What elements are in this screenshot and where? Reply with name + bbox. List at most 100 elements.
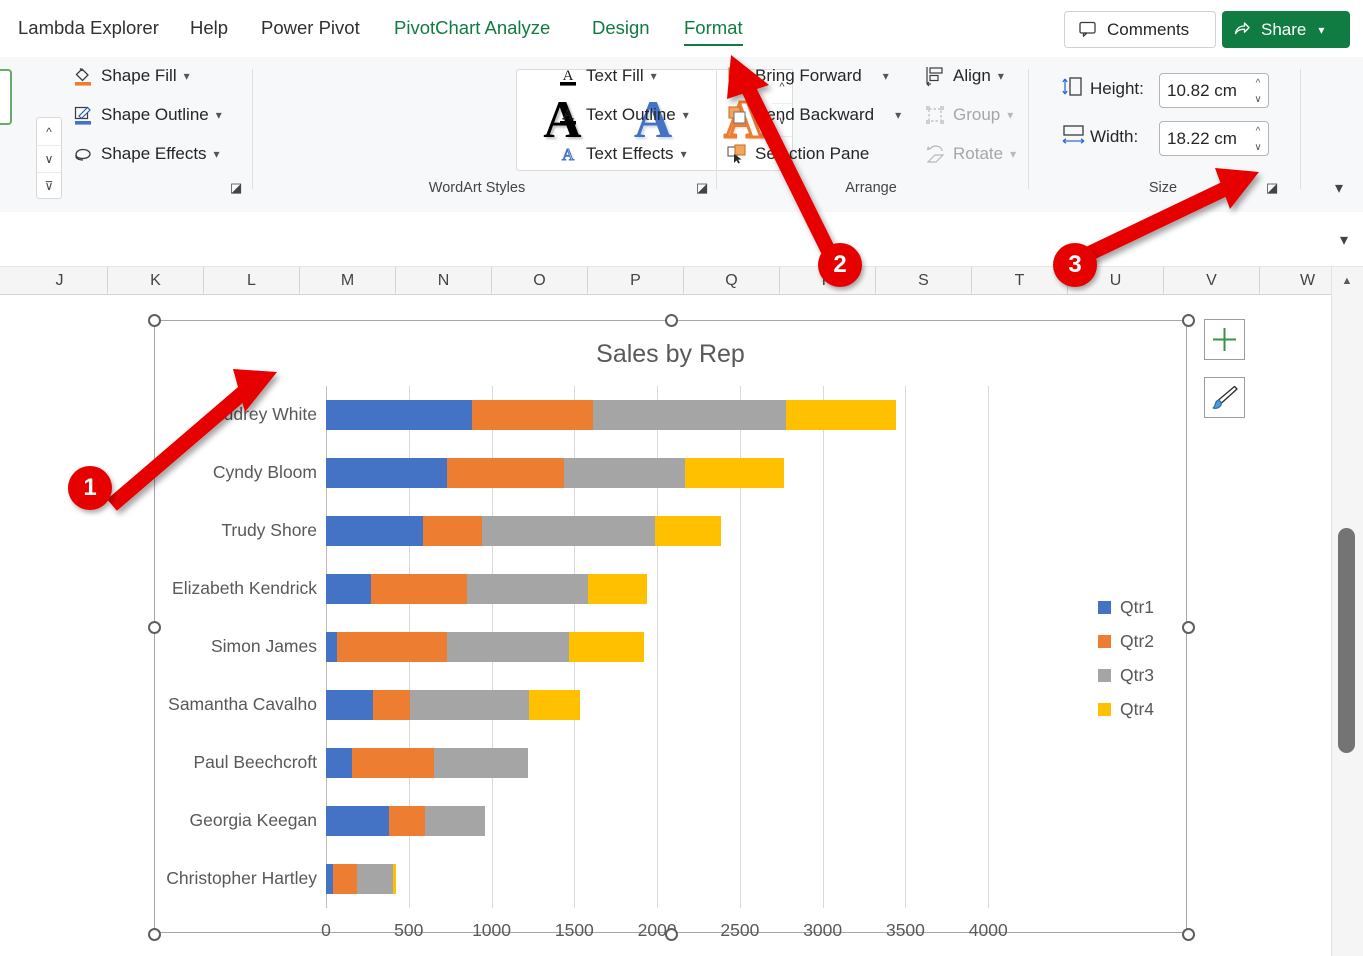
chevron-down-icon[interactable]: ▾ xyxy=(681,147,687,161)
bar-segment-qtr4[interactable] xyxy=(655,516,721,546)
resize-handle-top-right[interactable] xyxy=(1182,314,1195,327)
shape-styles-dialog-launcher[interactable]: ◪ xyxy=(230,180,242,196)
bar-segment-qtr3[interactable] xyxy=(433,748,528,778)
chevron-down-icon[interactable]: ▾ xyxy=(216,108,222,122)
column-header-J[interactable]: J xyxy=(12,267,108,295)
chart-legend[interactable]: Qtr1 Qtr2 Qtr3 Qtr4 xyxy=(1098,590,1154,726)
tab-pivotchart-analyze[interactable]: PivotChart Analyze xyxy=(394,17,550,39)
bar-segment-qtr3[interactable] xyxy=(409,690,529,720)
bring-forward-button[interactable]: Bring Forward ▾ xyxy=(726,65,889,87)
formula-bar-expand-chevron-down-icon[interactable]: ▾ xyxy=(1340,230,1348,250)
column-header-V[interactable]: V xyxy=(1164,267,1260,295)
chart-object[interactable]: Sales by Rep 0 500 1000 1500 2000 2500 3000 350… xyxy=(148,314,1195,941)
bar-row[interactable]: Georgia Keegan xyxy=(190,806,1071,836)
chevron-down-icon[interactable]: ▾ xyxy=(1007,108,1013,122)
bar-segment-qtr4[interactable] xyxy=(569,632,644,662)
column-header-S[interactable]: S xyxy=(876,267,972,295)
tab-power-pivot[interactable]: Power Pivot xyxy=(261,17,360,39)
shape-effects-button[interactable]: Shape Effects ▾ xyxy=(72,143,220,165)
size-dialog-launcher[interactable]: ◪ xyxy=(1266,180,1278,196)
bar-segment-qtr1[interactable] xyxy=(326,458,447,488)
selection-pane-button[interactable]: Selection Pane xyxy=(726,143,869,165)
column-header-M[interactable]: M xyxy=(300,267,396,295)
shape-fill-button[interactable]: Shape Fill ▾ xyxy=(72,65,190,87)
bar-segment-qtr1[interactable] xyxy=(326,574,371,604)
resize-handle-middle-right[interactable] xyxy=(1182,621,1195,634)
comments-button[interactable]: Comments xyxy=(1064,11,1216,48)
column-header-N[interactable]: N xyxy=(396,267,492,295)
bar-segment-qtr4[interactable] xyxy=(786,400,896,430)
legend-item-qtr4[interactable]: Qtr4 xyxy=(1098,692,1154,726)
bar-segment-qtr2[interactable] xyxy=(471,400,593,430)
bar-segment-qtr4[interactable] xyxy=(528,690,581,720)
wordart-styles-dialog-launcher[interactable]: ◪ xyxy=(696,180,708,196)
column-header-O[interactable]: O xyxy=(492,267,588,295)
tab-lambda-explorer[interactable]: Lambda Explorer xyxy=(18,17,159,39)
shape-outline-button[interactable]: Shape Outline ▾ xyxy=(72,104,222,126)
bar-segment-qtr2[interactable] xyxy=(352,748,434,778)
chart-title[interactable]: Sales by Rep xyxy=(155,340,1186,369)
bar-segment-qtr2[interactable] xyxy=(370,574,467,604)
bar-row[interactable]: Paul Beechcroft xyxy=(193,748,1071,778)
column-header-P[interactable]: P xyxy=(588,267,684,295)
bar-row[interactable]: Christopher Hartley xyxy=(166,864,1071,894)
column-header-Q[interactable]: Q xyxy=(684,267,780,295)
bar-row[interactable]: Audrey White xyxy=(212,400,1071,430)
width-input[interactable]: 18.22 cm ^ ∨ xyxy=(1159,121,1269,156)
bar-row[interactable]: Trudy Shore xyxy=(221,516,1071,546)
bar-segment-qtr2[interactable] xyxy=(388,806,425,836)
chevron-down-icon[interactable]: ▾ xyxy=(998,69,1004,83)
bar-segment-qtr2[interactable] xyxy=(336,632,447,662)
width-stepper[interactable]: ^ ∨ xyxy=(1249,123,1267,156)
chevron-down-icon[interactable]: ▾ xyxy=(214,147,220,161)
tab-design[interactable]: Design xyxy=(592,17,650,39)
shape-style-scroll-spinner[interactable]: ^ ∨ ⊽ xyxy=(36,117,62,199)
group-button[interactable]: Group ▾ xyxy=(924,104,1013,126)
share-button[interactable]: Share ▾ xyxy=(1222,11,1350,48)
shape-style-gallery-partial[interactable] xyxy=(0,69,12,125)
column-header-K[interactable]: K xyxy=(108,267,204,295)
bar-segment-qtr3[interactable] xyxy=(446,632,570,662)
bar-segment-qtr3[interactable] xyxy=(592,400,787,430)
bar-row[interactable]: Samantha Cavalho xyxy=(168,690,1071,720)
resize-handle-middle-left[interactable] xyxy=(148,621,161,634)
bar-segment-qtr2[interactable] xyxy=(332,864,358,894)
share-chevron-down-icon[interactable]: ▾ xyxy=(1318,23,1324,37)
bar-segment-qtr1[interactable] xyxy=(326,516,423,546)
stepper-down-icon[interactable]: ∨ xyxy=(1249,140,1267,157)
ribbon-collapse-chevron-down-icon[interactable]: ▾ xyxy=(1335,178,1343,198)
chart-elements-button[interactable] xyxy=(1204,319,1245,360)
bar-row[interactable]: Simon James xyxy=(211,632,1071,662)
stepper-up-icon[interactable]: ^ xyxy=(1249,123,1267,140)
align-button[interactable]: Align ▾ xyxy=(924,65,1004,87)
bar-segment-qtr1[interactable] xyxy=(326,748,353,778)
chart-plot-area[interactable]: 0 500 1000 1500 2000 2500 3000 3500 4000 Audrey W… xyxy=(166,386,1071,940)
bar-segment-qtr3[interactable] xyxy=(563,458,686,488)
gallery-expand-icon[interactable]: ⊽ xyxy=(37,172,61,199)
text-outline-button[interactable]: A Text Outline ▾ xyxy=(557,104,689,126)
bar-segment-qtr4[interactable] xyxy=(587,574,648,604)
vertical-scrollbar-thumb[interactable] xyxy=(1338,528,1355,753)
text-effects-button[interactable]: A Text Effects ▾ xyxy=(557,143,687,165)
column-header-L[interactable]: L xyxy=(204,267,300,295)
bar-segment-qtr4[interactable] xyxy=(393,864,396,894)
bar-segment-qtr1[interactable] xyxy=(326,806,389,836)
bar-segment-qtr3[interactable] xyxy=(481,516,656,546)
chevron-down-icon[interactable]: ▾ xyxy=(184,69,190,83)
chevron-down-icon[interactable]: ▾ xyxy=(895,108,901,122)
tab-format[interactable]: Format xyxy=(684,17,743,46)
bar-segment-qtr3[interactable] xyxy=(424,806,485,836)
resize-handle-top-center[interactable] xyxy=(665,314,678,327)
text-fill-button[interactable]: A Text Fill ▾ xyxy=(557,65,657,87)
tab-help[interactable]: Help xyxy=(190,17,228,39)
chevron-down-icon[interactable]: ▾ xyxy=(651,69,657,83)
resize-handle-bottom-right[interactable] xyxy=(1182,928,1195,941)
bar-row[interactable]: Cyndy Bloom xyxy=(213,458,1071,488)
bar-segment-qtr2[interactable] xyxy=(422,516,482,546)
scroll-up-icon[interactable]: ^ xyxy=(37,118,61,145)
bar-segment-qtr2[interactable] xyxy=(446,458,564,488)
legend-item-qtr2[interactable]: Qtr2 xyxy=(1098,624,1154,658)
resize-handle-top-left[interactable] xyxy=(148,314,161,327)
stepper-up-icon[interactable]: ^ xyxy=(1249,75,1267,92)
chart-styles-button[interactable] xyxy=(1204,377,1245,418)
